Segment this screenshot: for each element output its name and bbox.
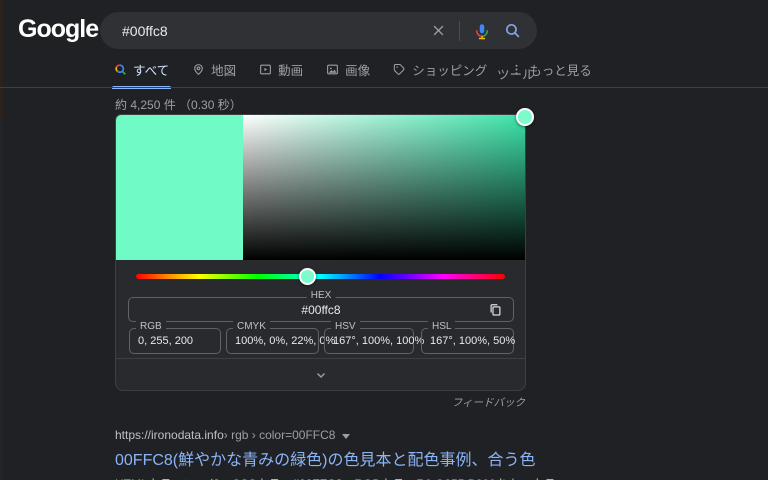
tab-videos[interactable]: 動画 [259,60,303,89]
color-picker-widget: HEX #00ffc8 RGB 0, 255, 200 CMYK 100%, 0… [115,108,534,391]
search-bar[interactable] [100,12,537,49]
result-url-domain: https://ironodata.info [115,428,224,442]
copy-icon[interactable] [488,302,503,318]
rgb-field[interactable]: RGB 0, 255, 200 [129,321,221,354]
color-preview-area [116,115,525,260]
saturation-value-picker[interactable] [243,115,525,260]
chevron-down-icon [314,368,328,382]
result-url-path: › rgb › color=00FFC8 [223,428,336,442]
window-edge [0,0,3,480]
tab-all[interactable]: すべて [112,60,172,89]
hue-slider-handle[interactable] [299,268,316,285]
saturation-value-handle[interactable] [516,108,534,126]
shopping-tag-icon [393,63,406,76]
hsl-field[interactable]: HSL 167°, 100%, 50% [421,321,515,354]
video-icon [259,63,272,76]
hue-slider[interactable] [136,274,505,279]
result-options-caret-icon[interactable] [342,433,351,439]
search-input[interactable] [100,22,431,39]
organic-result: https://ironodata.info › rgb › color=00F… [115,428,555,480]
colored-search-icon [114,63,127,76]
clear-search-icon[interactable] [431,23,446,38]
hsv-field[interactable]: HSV 167°, 100%, 100% [324,321,424,354]
tab-shopping[interactable]: ショッピング [393,60,487,89]
map-pin-icon [192,63,205,76]
tab-images[interactable]: 画像 [326,60,370,89]
selected-color-swatch [116,115,243,260]
feedback-link-row: フィードバック [115,395,525,410]
hex-field[interactable]: HEX #00ffc8 [128,290,514,322]
feedback-link[interactable]: フィードバック [452,397,525,409]
hex-field-label: HEX [306,290,336,301]
result-url[interactable]: https://ironodata.info › rgb › color=00F… [115,428,555,442]
image-icon [326,63,339,76]
google-search-results-page: Google #00ffc8 すべて 地図 動画 画像 ショッピング もっと見る… [0,0,768,480]
expand-collapse-button[interactable] [116,359,525,390]
google-logo[interactable]: Google [18,15,99,44]
tab-maps[interactable]: 地図 [192,60,236,89]
result-title-link[interactable]: 00FFC8(鮮やかな青みの緑色)の色見本と配色事例、合う色 [115,446,555,470]
results-stats: 約 4,250 件 （0.30 秒） [115,98,242,112]
search-submit-icon[interactable] [504,22,521,39]
tools-button[interactable]: ツール [497,64,535,83]
cmyk-field[interactable]: CMYK 100%, 0%, 22%, 0% [226,321,335,354]
header-divider [0,87,768,88]
result-snippet: HTMLカラーコード・CSSカラー#00FFC8、RGBカラーR0 G255 B… [115,475,555,480]
hex-field-value[interactable]: #00ffc8 [129,303,513,317]
search-bar-divider [459,20,460,41]
microphone-icon[interactable] [473,22,491,40]
